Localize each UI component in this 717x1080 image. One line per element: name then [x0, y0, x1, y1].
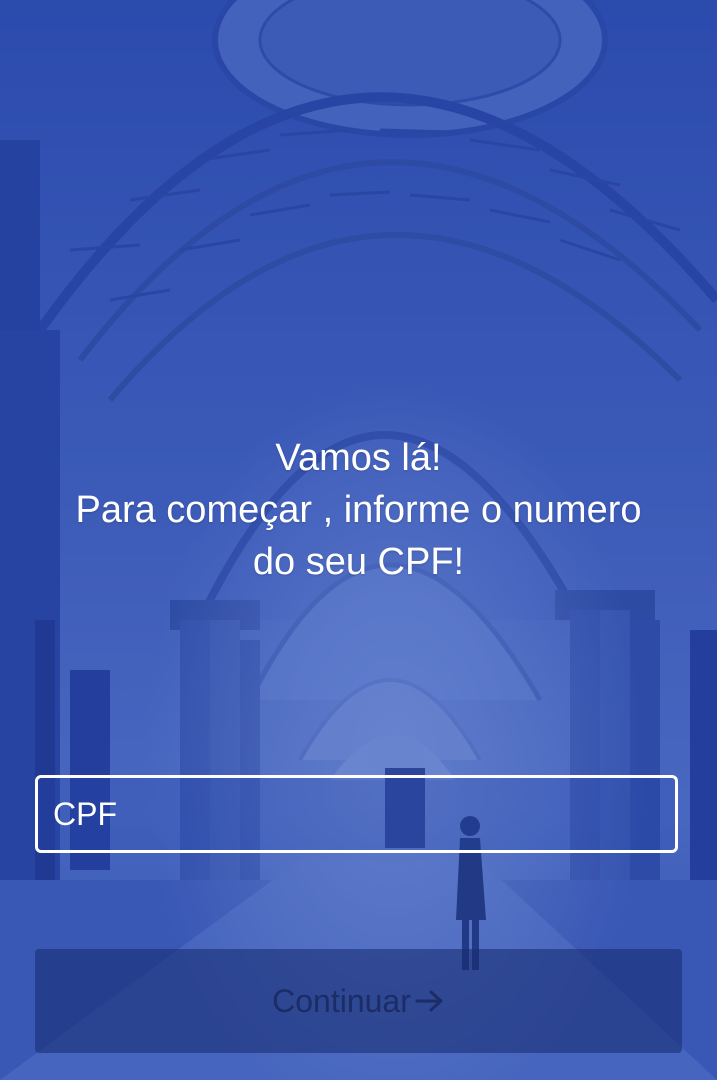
instruction-text-line2: do seu CPF!: [252, 541, 465, 583]
greeting-text: Vamos lá!: [275, 437, 442, 479]
continue-button-label: Continuar: [272, 982, 411, 1019]
cpf-entry-screen: Vamos lá! Para começar , informe o numer…: [0, 0, 717, 1080]
cpf-field[interactable]: [35, 775, 678, 853]
cpf-input[interactable]: [38, 778, 675, 850]
intro-message: Vamos lá! Para começar , informe o numer…: [20, 432, 697, 588]
arrow-right-icon: [415, 990, 443, 1012]
continue-button[interactable]: Continuar: [35, 949, 682, 1053]
instruction-text-line1: Para começar , informe o numero: [75, 489, 642, 531]
